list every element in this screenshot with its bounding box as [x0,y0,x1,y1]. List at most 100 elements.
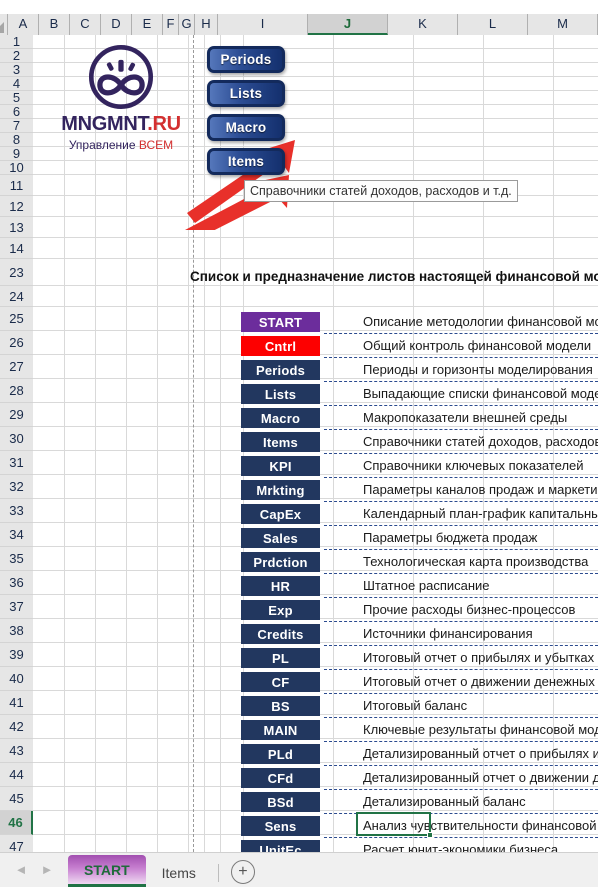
row-header-24[interactable]: 24 [0,286,33,307]
logo-tagline: Управление ВСЕМ [48,139,194,151]
nav-button-macro[interactable]: Macro [207,114,285,141]
row-header-30[interactable]: 30 [0,427,33,451]
sheet-tab-start[interactable]: START [68,855,146,887]
row-header-45[interactable]: 45 [0,787,33,811]
sheet-name-cell[interactable]: Items [241,432,320,452]
prev-sheet-icon[interactable]: ◄ [8,857,34,883]
sheet-name-cell[interactable]: Periods [241,360,320,380]
sheet-name-cell[interactable]: CFd [241,768,320,788]
sheet-name-cell[interactable]: PLd [241,744,320,764]
sheet-name-cell[interactable]: KPI [241,456,320,476]
sheet-tab-items[interactable]: Items [146,858,212,887]
add-sheet-icon[interactable]: + [230,860,255,884]
row-header-27[interactable]: 27 [0,355,33,379]
column-header-c[interactable]: C [70,14,101,35]
row-header-44[interactable]: 44 [0,763,33,787]
row-header-40[interactable]: 40 [0,667,33,691]
row-header-11[interactable]: 11 [0,175,33,196]
row-header-41[interactable]: 41 [0,691,33,715]
sheet-name-cell[interactable]: CF [241,672,320,692]
column-header-j[interactable]: J [308,14,388,35]
row-header-2[interactable]: 2 [0,48,33,63]
row-header-38[interactable]: 38 [0,619,33,643]
row-header-43[interactable]: 43 [0,739,33,763]
tab-nav-arrows: ◄ ► [0,852,68,887]
sheet-description-cell: Прочие расходы бизнес-процессов [363,602,576,617]
row-header-28[interactable]: 28 [0,379,33,403]
row-header-3[interactable]: 3 [0,62,33,77]
column-header-b[interactable]: B [39,14,70,35]
cell-comment-tooltip: Справочники статей доходов, расходов и т… [244,180,518,202]
sheet-name-cell[interactable]: Sens [241,816,320,836]
sheet-name-cell[interactable]: PL [241,648,320,668]
select-all-corner[interactable] [0,14,8,35]
row-header-33[interactable]: 33 [0,499,33,523]
row-header-13[interactable]: 13 [0,217,33,238]
row-header-9[interactable]: 9 [0,146,33,161]
row-header-8[interactable]: 8 [0,132,33,147]
sheet-name-cell[interactable]: HR [241,576,320,596]
sheet-name-cell[interactable]: Credits [241,624,320,644]
column-header-g[interactable]: G [179,14,195,35]
sheet-description-cell: Общий контроль финансовой модели [363,338,592,353]
sheet-description-cell: Детализированный баланс [363,794,526,809]
sheet-description-cell: Итоговый отчет о прибылях и убытках [363,650,595,665]
column-header-k[interactable]: K [388,14,458,35]
row-header-31[interactable]: 31 [0,451,33,475]
row-dashed-separator [324,741,598,742]
nav-button-items[interactable]: Items [207,148,285,175]
row-dashed-separator [324,429,598,430]
excel-window: ABCDEFGHIJKLM 1 2 3 4 5 6 7 8 9 10 11 12 13 14 23 24 25 2… [0,0,598,887]
row-header-39[interactable]: 39 [0,643,33,667]
row-header-1[interactable]: 1 [0,34,33,49]
row-header-4[interactable]: 4 [0,76,33,91]
sheet-name-cell[interactable]: Cntrl [241,336,320,356]
nav-button-label: Periods [210,49,282,70]
row-header-26[interactable]: 26 [0,331,33,355]
sheet-name-cell[interactable]: BSd [241,792,320,812]
sheet-name-cell[interactable]: MAIN [241,720,320,740]
row-header-23[interactable]: 23 [0,259,33,286]
next-sheet-icon[interactable]: ► [34,857,60,883]
worksheet-grid[interactable]: MNGMNT.RU Управление ВСЕМ Periods Lists Ma… [33,35,598,852]
row-header-6[interactable]: 6 [0,104,33,119]
sheet-name-cell[interactable]: Prdction [241,552,320,572]
sheet-name-cell[interactable]: Lists [241,384,320,404]
column-header-m[interactable]: M [528,14,598,35]
column-header-l[interactable]: L [458,14,528,35]
column-header-d[interactable]: D [101,14,132,35]
row-header-5[interactable]: 5 [0,90,33,105]
sheet-description-cell: Итоговый баланс [363,698,468,713]
column-header-h[interactable]: H [195,14,218,35]
nav-button-periods[interactable]: Periods [207,46,285,73]
sheet-description-cell: Календарный план-график капитальных затр… [363,506,598,521]
row-header-36[interactable]: 36 [0,571,33,595]
column-header-a[interactable]: A [8,14,39,35]
column-header-i[interactable]: I [218,14,308,35]
row-header-25[interactable]: 25 [0,307,33,331]
sheet-name-cell[interactable]: Macro [241,408,320,428]
row-header-10[interactable]: 10 [0,160,33,175]
row-header-35[interactable]: 35 [0,547,33,571]
column-header-row: ABCDEFGHIJKLM [0,14,598,35]
sheet-name-cell[interactable]: UnitEc [241,840,320,852]
row-header-46[interactable]: 46 [0,811,33,835]
row-header-29[interactable]: 29 [0,403,33,427]
sheet-name-cell[interactable]: Sales [241,528,320,548]
sheet-name-cell[interactable]: Exp [241,600,320,620]
row-header-12[interactable]: 12 [0,196,33,217]
row-header-34[interactable]: 34 [0,523,33,547]
row-header-7[interactable]: 7 [0,118,33,133]
sheet-name-cell[interactable]: START [241,312,320,332]
column-header-f[interactable]: F [163,14,179,35]
sheet-name-cell[interactable]: BS [241,696,320,716]
row-header-32[interactable]: 32 [0,475,33,499]
row-header-14[interactable]: 14 [0,238,33,259]
nav-button-lists[interactable]: Lists [207,80,285,107]
row-dashed-separator [324,381,598,382]
column-header-e[interactable]: E [132,14,163,35]
row-header-42[interactable]: 42 [0,715,33,739]
sheet-name-cell[interactable]: Mrkting [241,480,320,500]
sheet-name-cell[interactable]: CapEx [241,504,320,524]
row-header-37[interactable]: 37 [0,595,33,619]
